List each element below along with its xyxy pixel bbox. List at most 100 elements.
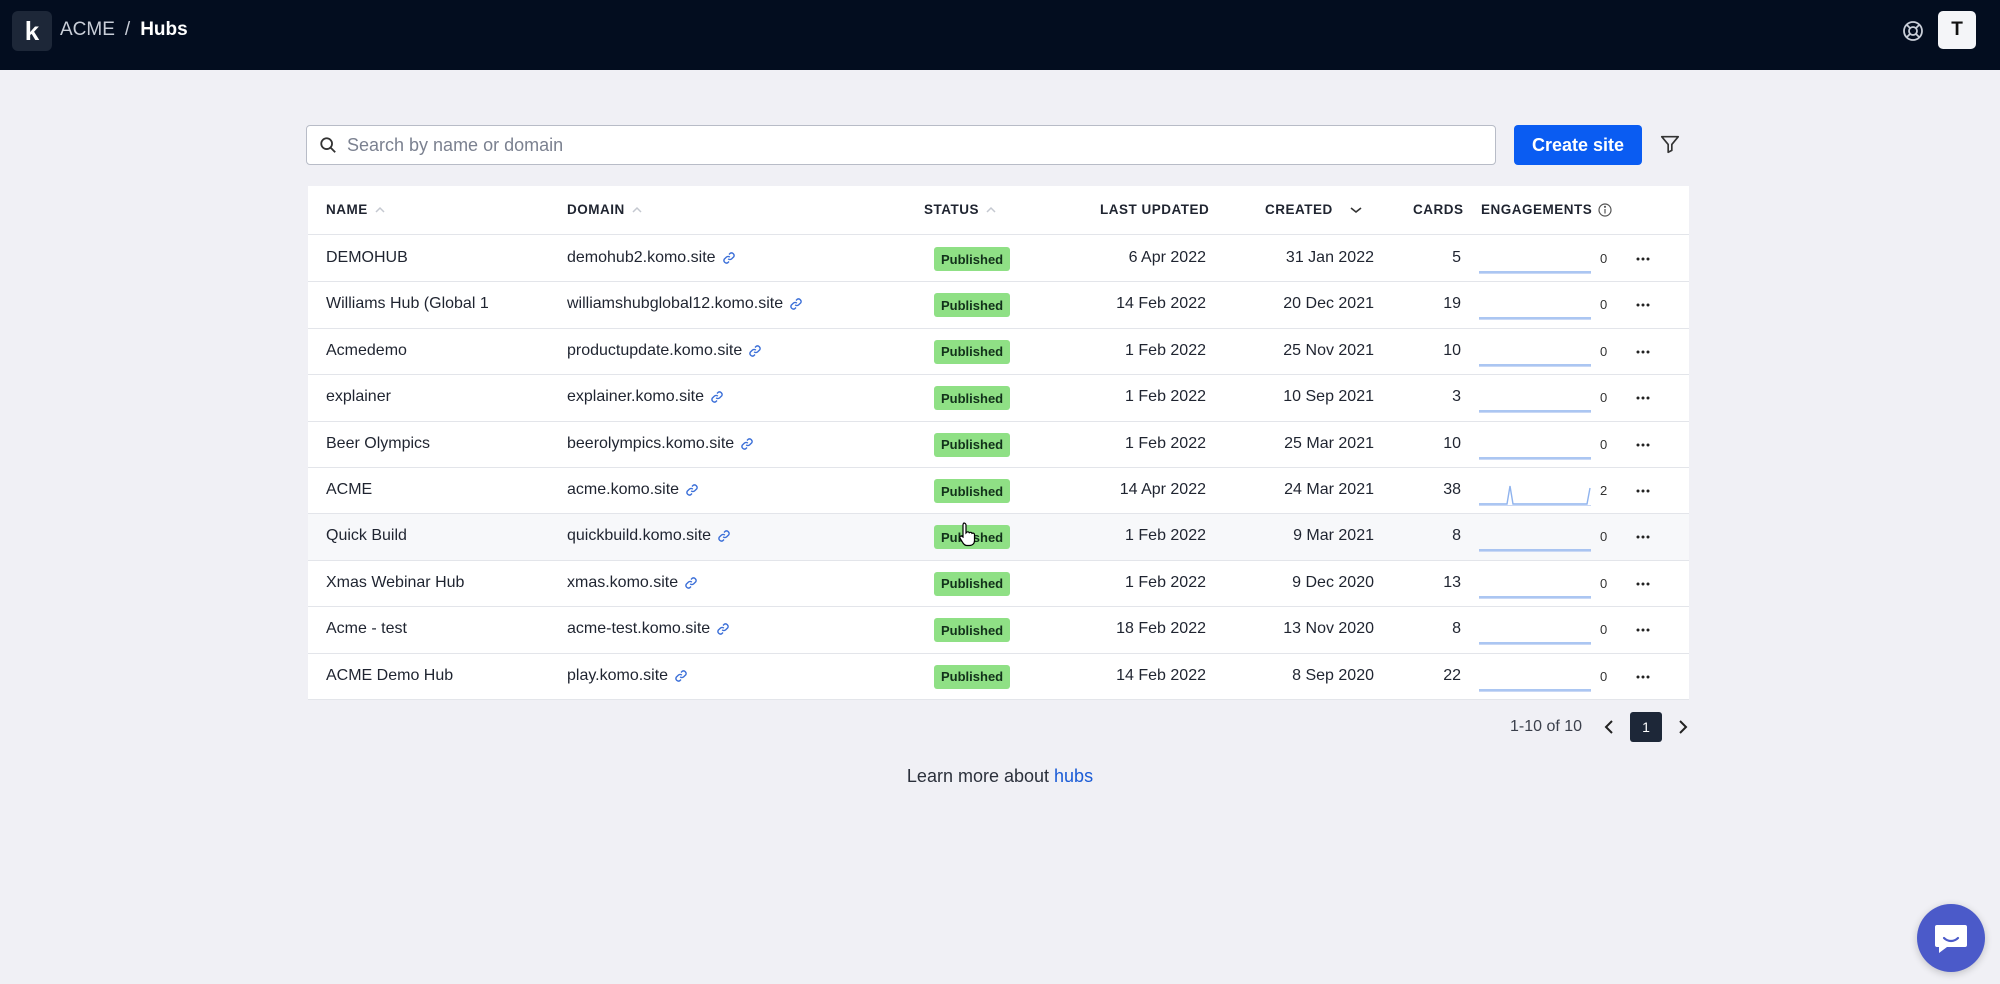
engagements-count: 0: [1600, 390, 1608, 406]
hub-name[interactable]: Xmas Webinar Hub: [326, 574, 464, 592]
more-icon[interactable]: [1635, 437, 1651, 453]
engagement-sparkline: [1479, 271, 1591, 274]
search-icon: [320, 137, 336, 153]
app-logo[interactable]: k: [12, 11, 52, 51]
table-row[interactable]: DEMOHUB demohub2.komo.site Published 6 Apr …: [308, 236, 1689, 283]
created-date: 25 Nov 2021: [1283, 341, 1374, 359]
more-icon[interactable]: [1635, 669, 1651, 685]
cards-count: 10: [1443, 434, 1461, 452]
status-badge: Published: [934, 432, 1011, 457]
engagements-count: 0: [1600, 251, 1608, 266]
created-date: 10 Sep 2021: [1283, 388, 1374, 406]
link-icon[interactable]: [685, 483, 699, 497]
status-badge: Published: [934, 339, 1011, 364]
breadcrumb-current: Hubs: [140, 19, 188, 40]
hub-name[interactable]: Acmedemo: [326, 342, 407, 360]
cards-count: 8: [1452, 620, 1461, 638]
link-icon[interactable]: [717, 529, 731, 543]
cards-count: 10: [1443, 341, 1461, 359]
link-icon[interactable]: [722, 251, 736, 265]
hubs-table: NAME DOMAIN STATUS LAST UPDATED CREATED …: [308, 186, 1689, 700]
hub-name[interactable]: Beer Olympics: [326, 435, 430, 453]
more-icon[interactable]: [1635, 529, 1651, 545]
status-badge: Published: [934, 386, 1011, 411]
column-header-cards[interactable]: CARDS: [1413, 202, 1464, 217]
table-row[interactable]: ACME Demo Hub play.komo.site Published 14 F…: [308, 654, 1689, 700]
table-row[interactable]: Acmedemo productupdate.komo.site Published…: [308, 329, 1689, 376]
column-header-last-updated[interactable]: LAST UPDATED: [1100, 202, 1209, 217]
chevron-left-icon[interactable]: [1598, 716, 1620, 738]
engagements-count: 0: [1600, 297, 1608, 313]
table-row[interactable]: explainer explainer.komo.site Published 1 F…: [308, 375, 1689, 422]
created-date: 13 Nov 2020: [1283, 620, 1374, 638]
search-input[interactable]: [347, 134, 1447, 156]
avatar[interactable]: T: [1938, 11, 1976, 49]
engagement-sparkline: [1479, 456, 1591, 460]
created-date: 31 Jan 2022: [1285, 249, 1374, 266]
table-row[interactable]: Williams Hub (Global 1 williamshubglobal1…: [308, 282, 1689, 329]
link-icon[interactable]: [748, 344, 762, 358]
column-header-created[interactable]: CREATED: [1265, 202, 1363, 217]
more-icon[interactable]: [1635, 483, 1651, 499]
hub-name[interactable]: ACME Demo Hub: [326, 667, 453, 685]
page-button-current[interactable]: 1: [1630, 712, 1663, 742]
link-icon[interactable]: [710, 390, 724, 404]
engagements-count: 0: [1600, 529, 1608, 545]
info-icon[interactable]: [1598, 202, 1612, 217]
status-badge: Published: [934, 571, 1011, 596]
engagement-sparkline: [1479, 549, 1591, 553]
more-icon[interactable]: [1635, 576, 1651, 592]
hub-domain-text: acme.komo.site: [567, 481, 680, 498]
table-row[interactable]: Beer Olympics beerolympics.komo.site Publi…: [308, 422, 1689, 468]
status-badge: Published: [934, 247, 1011, 271]
column-header-name[interactable]: NAME: [326, 202, 386, 217]
hub-domain-text: demohub2.komo.site: [567, 249, 716, 266]
hub-domain: play.komo.site: [567, 667, 688, 685]
link-icon[interactable]: [674, 669, 688, 683]
hub-name[interactable]: explainer: [326, 388, 391, 406]
learn-more-link[interactable]: hubs: [1054, 766, 1093, 786]
help-icon[interactable]: [1901, 19, 1925, 43]
hub-domain-text: williamshubglobal12.komo.site: [567, 295, 784, 313]
status-badge: Published: [934, 664, 1011, 689]
chat-launcher-button[interactable]: [1917, 904, 1985, 972]
table-row[interactable]: Acme - test acme-test.komo.site Published 1…: [308, 607, 1689, 654]
link-icon[interactable]: [789, 297, 803, 311]
sort-arrow-icon: [375, 206, 385, 213]
link-icon[interactable]: [684, 576, 698, 590]
hub-name[interactable]: DEMOHUB: [326, 249, 408, 267]
engagement-sparkline: [1479, 485, 1591, 506]
more-icon[interactable]: [1635, 297, 1651, 313]
hub-domain: explainer.komo.site: [567, 388, 724, 406]
hub-name[interactable]: Acme - test: [326, 620, 407, 638]
more-icon[interactable]: [1635, 251, 1651, 267]
link-icon[interactable]: [740, 437, 754, 451]
chevron-right-icon[interactable]: [1672, 716, 1694, 738]
hub-name[interactable]: ACME: [326, 481, 372, 499]
more-icon[interactable]: [1635, 390, 1651, 406]
hub-name[interactable]: Quick Build: [326, 527, 407, 545]
link-icon[interactable]: [716, 622, 730, 636]
sort-arrow-icon: [1350, 206, 1362, 213]
table-row[interactable]: Quick Buildquickbuild.komo.sitePublished…: [308, 514, 1689, 561]
filter-icon[interactable]: [1659, 133, 1681, 155]
table-row[interactable]: ACME acme.komo.site Published 14 Apr 2022 24…: [308, 468, 1689, 515]
column-header-domain[interactable]: DOMAIN: [567, 202, 643, 217]
breadcrumb-org[interactable]: ACME: [60, 19, 115, 41]
more-icon[interactable]: [1635, 622, 1651, 638]
last-updated: 6 Apr 2022: [1128, 249, 1206, 266]
table-header: NAME DOMAIN STATUS LAST UPDATED CREATED …: [308, 186, 1689, 235]
table-row[interactable]: Xmas Webinar Hub xmas.komo.site Published 1…: [308, 561, 1689, 608]
hub-domain: productupdate.komo.site: [567, 342, 762, 360]
create-site-button[interactable]: Create site: [1514, 125, 1642, 165]
more-icon[interactable]: [1635, 344, 1651, 360]
last-updated: 1 Feb 2022: [1125, 527, 1206, 545]
hub-name[interactable]: Williams Hub (Global 1: [326, 295, 489, 313]
column-header-status[interactable]: STATUS: [924, 202, 997, 217]
pagination: 1-10 of 10 1: [1510, 711, 1694, 743]
hub-domain-text: acme-test.komo.site: [567, 620, 711, 638]
hub-domain: acme.komo.site: [567, 481, 699, 499]
top-bar: k ACME / Hubs T: [0, 0, 2000, 70]
cards-count: 8: [1452, 527, 1461, 545]
engagements-count: 0: [1600, 343, 1608, 359]
